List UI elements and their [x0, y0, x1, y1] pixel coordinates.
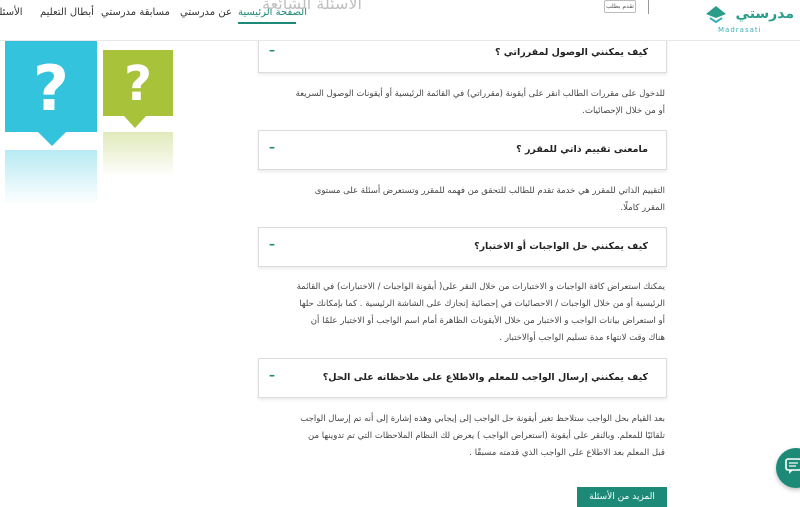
top-header: الأسئلة أبطال التعليم مسابقة مدرستي عن م… — [0, 0, 800, 41]
faded-section-heading: الأسئلة الشائعة — [262, 0, 362, 13]
chat-bubble-icon — [785, 458, 800, 474]
nav-education-heroes[interactable]: أبطال التعليم — [40, 7, 94, 18]
chat-button[interactable] — [776, 448, 800, 488]
svg-text:?: ? — [124, 56, 152, 112]
more-questions-button[interactable]: المزيد من الأسئلة — [577, 487, 667, 507]
faq-question-text: كيف يمكنني إرسال الواجب للمعلم والاطلاع … — [322, 372, 648, 383]
svg-text:?: ? — [33, 52, 69, 125]
madrasati-logo[interactable]: مدرستي Madrasati — [702, 0, 800, 40]
faq-answer-4: بعد القيام بحل الواجب ستلاحظ تغير أيقونة… — [300, 414, 665, 458]
collapse-toggle-icon[interactable]: – — [269, 368, 275, 382]
faq-answer-3: يمكنك استعراض كافة الواجبات و الاختبارات… — [296, 282, 665, 343]
header-divider — [648, 0, 649, 14]
collapse-toggle-icon[interactable]: – — [269, 43, 275, 57]
faq-question-2[interactable]: مامعنى تقييم ذاتي للمقرر ؟ – — [258, 130, 667, 170]
faq-question-4[interactable]: كيف يمكنني إرسال الواجب للمعلم والاطلاع … — [258, 358, 667, 398]
faq-question-text: كيف يمكنني الوصول لمقرراتي ؟ — [494, 47, 648, 58]
faq-question-3[interactable]: كيف يمكنني حل الواجبات أو الاختبار؟ – — [258, 227, 667, 267]
question-bubbles-illustration: ? ? — [5, 40, 173, 205]
green-question-bubble-icon: ? — [103, 50, 173, 177]
blue-question-bubble-icon: ? — [5, 40, 97, 205]
collapse-toggle-icon[interactable]: – — [269, 140, 275, 154]
faq-answer-1: للدخول على مقررات الطالب انقر على أيقونة… — [295, 89, 665, 116]
nav-about[interactable]: عن مدرستي — [180, 7, 232, 18]
nav-madrasati-competition[interactable]: مسابقة مدرستي — [101, 7, 170, 18]
faq-question-text: كيف يمكنني حل الواجبات أو الاختبار؟ — [474, 241, 648, 252]
nav-faq[interactable]: الأسئلة — [0, 7, 23, 18]
logo-arabic-text: مدرستي — [735, 6, 794, 22]
logo-english-text: Madrasati — [718, 26, 762, 34]
collapse-toggle-icon[interactable]: – — [269, 237, 275, 251]
faq-question-text: مامعنى تقييم ذاتي للمقرر ؟ — [516, 144, 648, 155]
faq-answer-2: التقييم الذاتي للمقرر هي خدمة تقدم للطال… — [314, 186, 665, 213]
apply-button[interactable]: تقدم بطلب — [604, 0, 636, 13]
active-nav-underline — [238, 22, 296, 24]
